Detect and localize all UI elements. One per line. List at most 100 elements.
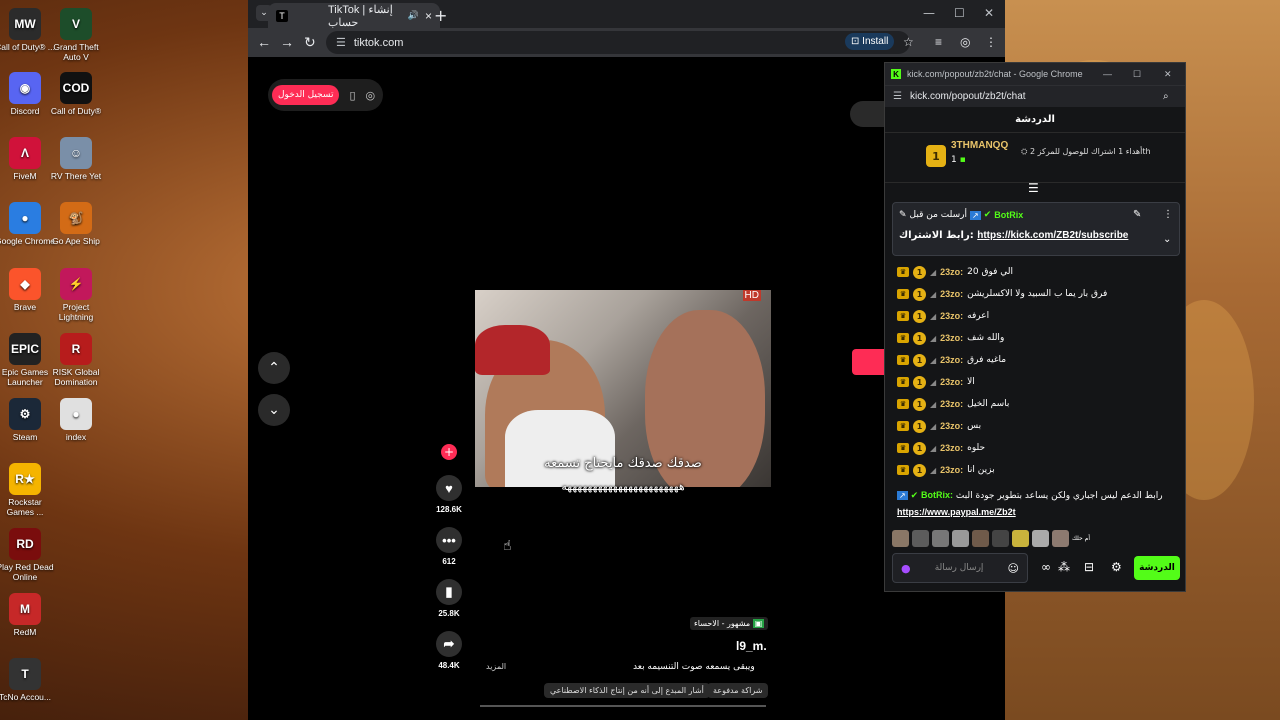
desktop-icon[interactable]: R★ Rockstar Games ... xyxy=(0,463,55,517)
login-pill: تسجيل الدخول ▯ ◎ xyxy=(268,79,383,111)
emote[interactable] xyxy=(912,529,929,547)
share-action[interactable]: ➦ 48.4K xyxy=(431,631,467,670)
emote[interactable] xyxy=(992,529,1009,547)
chat-message: ♛ 1 ◢ 23zo: الي فوق 20 xyxy=(885,261,1185,283)
infinity-icon[interactable]: ∞ xyxy=(1041,560,1051,574)
desktop-icon[interactable]: ● index xyxy=(46,398,106,442)
chat-username[interactable]: 23zo: xyxy=(940,377,963,387)
creator-username[interactable]: l9_m. xyxy=(736,639,767,653)
desktop-icon[interactable]: COD Call of Duty® xyxy=(46,72,106,116)
menu-icon[interactable]: ⋮ xyxy=(985,35,997,49)
bookmark-star-icon[interactable]: ☆ xyxy=(903,35,914,49)
comment-action[interactable]: ••• 612 xyxy=(431,527,467,566)
chat-input[interactable]: ● إرسال رسالة ☺ xyxy=(892,553,1028,583)
mobile-icon[interactable]: ▯ xyxy=(349,89,355,102)
heart-icon[interactable]: ♥ xyxy=(436,475,462,501)
save-action[interactable]: ▮ 25.8K xyxy=(431,579,467,618)
video-progress-bar[interactable] xyxy=(480,705,766,707)
like-action[interactable]: ♥ 128.6K xyxy=(431,475,467,514)
chat-username[interactable]: 23zo: xyxy=(940,355,963,365)
speaker-icon[interactable]: 🔊 xyxy=(408,10,419,21)
unpin-icon[interactable]: ✎ xyxy=(1133,209,1141,220)
address-bar[interactable]: ☰ tiktok.com xyxy=(326,31,910,54)
chat-username[interactable]: 23zo: xyxy=(940,421,963,431)
previous-video-button[interactable]: ⌃ xyxy=(258,352,290,384)
site-info-icon[interactable]: ☰ xyxy=(336,36,346,49)
back-icon[interactable]: ← xyxy=(257,34,271,50)
desktop-icon[interactable]: M RedM xyxy=(0,593,55,637)
minimize-icon[interactable]: — xyxy=(923,6,935,20)
chat-username[interactable]: 23zo: xyxy=(940,333,963,343)
reload-icon[interactable]: ↻ xyxy=(304,34,316,51)
chat-username[interactable]: 23zo: xyxy=(940,399,963,409)
emote-more-label[interactable]: أم حلك xyxy=(1072,535,1092,542)
kick-site-info-icon[interactable]: ☰ xyxy=(893,91,902,102)
goal-user[interactable]: 3THMANQQ xyxy=(951,140,1008,151)
sub-badge-icon: 1 xyxy=(913,441,926,455)
maximize-icon[interactable]: ☐ xyxy=(954,6,965,20)
desktop-icon-label: index xyxy=(65,432,87,442)
desktop-icon[interactable]: R RISK Global Domination xyxy=(46,333,106,387)
media-control-icon[interactable]: ≡ xyxy=(935,35,942,49)
emote[interactable] xyxy=(1052,529,1069,547)
chat-username[interactable]: 23zo: xyxy=(940,289,963,299)
trending-tag[interactable]: مشهور - الاحساء ▣ xyxy=(690,617,769,630)
login-button[interactable]: تسجيل الدخول xyxy=(272,85,340,105)
emote[interactable] xyxy=(932,529,949,547)
more-link[interactable]: المزيد xyxy=(486,662,506,671)
users-icon[interactable]: ⁂ xyxy=(1058,560,1070,574)
bot-message-user[interactable]: BotRix: xyxy=(921,490,953,500)
emote[interactable] xyxy=(972,529,989,547)
app-icon: R★ xyxy=(9,463,41,495)
tab-tiktok[interactable]: T TikTok | إنشاء حساب 🔊 × xyxy=(268,3,440,29)
share-icon[interactable]: ➦ xyxy=(436,631,462,657)
chat-username[interactable]: 23zo: xyxy=(940,443,963,453)
follow-plus-icon[interactable]: + xyxy=(441,444,457,460)
emoji-icon[interactable]: ☺ xyxy=(1008,562,1019,575)
close-tab-icon[interactable]: × xyxy=(425,9,432,23)
mic-icon[interactable]: ● xyxy=(901,562,911,575)
pinned-link[interactable]: https://kick.com/ZB2t/subscribe xyxy=(977,230,1128,241)
forward-icon[interactable]: → xyxy=(280,34,294,50)
next-video-button[interactable]: ⌄ xyxy=(258,394,290,426)
chat-username[interactable]: 23zo: xyxy=(940,465,963,475)
kick-maximize-icon[interactable]: ☐ xyxy=(1133,69,1141,80)
expand-pinned-icon[interactable]: ⌄ xyxy=(1163,234,1171,245)
kick-minimize-icon[interactable]: — xyxy=(1103,69,1112,79)
emote[interactable] xyxy=(892,529,909,547)
desktop-icon[interactable]: T TcNo Accou... xyxy=(0,658,55,702)
tab-bar: ⌄ T TikTok | إنشاء حساب 🔊 × + — ☐ ✕ xyxy=(248,0,1005,29)
desktop-icon[interactable]: ⚡ Project Lightning xyxy=(46,268,106,322)
mouse-cursor: ☝ xyxy=(503,538,512,554)
install-button[interactable]: ⊡ Install xyxy=(845,33,895,50)
gift-box-icon[interactable]: ⊟ xyxy=(1084,560,1094,574)
desktop-icon-label: Grand Theft Auto V xyxy=(53,42,99,62)
profile-icon[interactable]: ◎ xyxy=(960,35,970,49)
chat-username[interactable]: 23zo: xyxy=(940,267,963,277)
desktop-icon[interactable]: ☺ RV There Yet xyxy=(46,137,106,181)
settings-gear-icon[interactable]: ⚙ xyxy=(1111,560,1122,574)
emote[interactable] xyxy=(1012,529,1029,547)
kick-zoom-icon[interactable]: ⌕ xyxy=(1163,91,1169,102)
kick-address-bar[interactable]: ☰ kick.com/popout/zb2t/chat ⌕ xyxy=(885,85,1185,107)
close-window-icon[interactable]: ✕ xyxy=(984,6,994,20)
chat-send-button[interactable]: الدردشة xyxy=(1134,556,1180,580)
bookmark-icon[interactable]: ▮ xyxy=(436,579,462,605)
emote[interactable] xyxy=(952,529,969,547)
goal-count: 1 ▪ xyxy=(951,155,966,165)
desktop-icon[interactable]: RD Play Red Dead Online xyxy=(0,528,55,582)
goal-suffix: th xyxy=(1142,147,1151,156)
compass-icon[interactable]: ◎ xyxy=(366,89,376,102)
chat-username[interactable]: 23zo: xyxy=(940,311,963,321)
filter-icon[interactable]: ☰ xyxy=(1028,181,1039,195)
emote[interactable] xyxy=(1032,529,1049,547)
new-tab-button[interactable]: + xyxy=(434,6,447,25)
desktop-icon[interactable]: 🐒 Go Ape Ship xyxy=(46,202,106,246)
bot-message-link[interactable]: https://www.paypal.me/Zb2t xyxy=(897,507,1016,517)
side-red-pill[interactable] xyxy=(852,349,888,375)
kick-close-icon[interactable]: ✕ xyxy=(1164,69,1172,80)
desktop-icon[interactable]: V Grand Theft Auto V xyxy=(46,8,106,62)
pinned-menu-icon[interactable]: ⋮ xyxy=(1163,209,1173,220)
comment-icon[interactable]: ••• xyxy=(436,527,462,553)
pinned-bot-name[interactable]: BotRix xyxy=(994,210,1023,220)
